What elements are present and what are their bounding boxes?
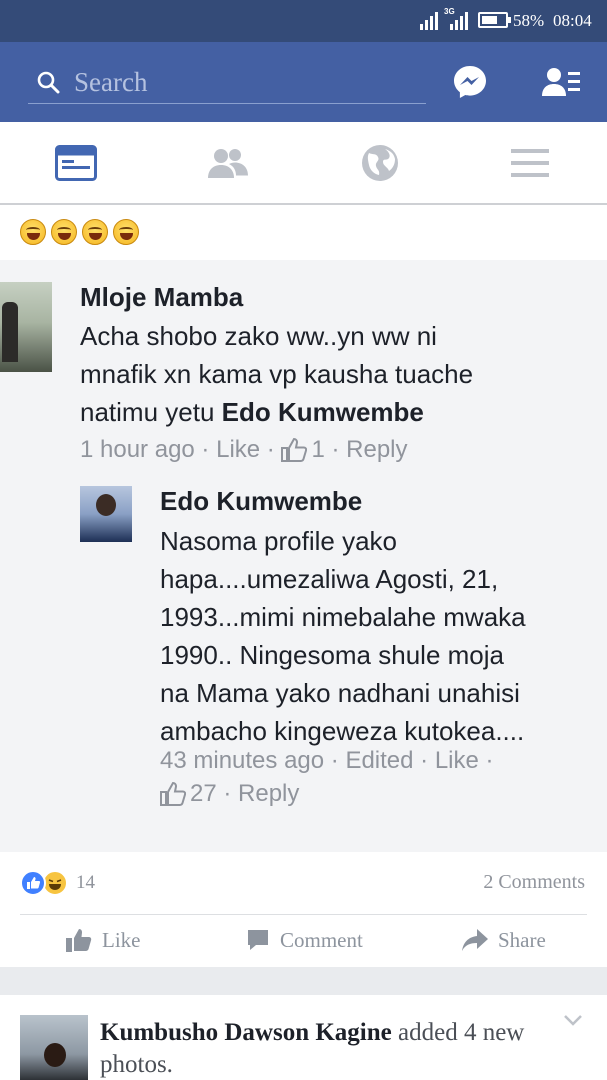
- comment-label: Comment: [280, 927, 363, 952]
- comment-reply-link[interactable]: Reply: [238, 780, 299, 808]
- app-header: [0, 42, 607, 122]
- comment-edited-label: Edited: [345, 747, 414, 774]
- post-header-text: Kumbusho Dawson Kagine added 4 new photo…: [100, 1017, 540, 1080]
- chevron-down-icon[interactable]: [563, 1013, 583, 1027]
- comment-like-count: 27: [190, 780, 217, 807]
- battery-percent: 58%: [513, 11, 545, 30]
- divider: [20, 914, 587, 915]
- comment-reply-link[interactable]: Reply: [346, 436, 407, 464]
- tears-of-joy-emoji-icon: [20, 219, 46, 245]
- post-author-link[interactable]: Kumbusho Dawson Kagine: [100, 1019, 392, 1046]
- comment-mention: Edo Kumwembe: [221, 397, 424, 427]
- avatar: [0, 282, 52, 372]
- feed-post-next: Kumbusho Dawson Kagine added 4 new photo…: [0, 995, 607, 1080]
- comment-meta: 43 minutes ago · Edited · Like ·: [160, 747, 494, 775]
- tab-news-feed[interactable]: [16, 122, 136, 203]
- comments-count-link[interactable]: 2 Comments: [483, 871, 585, 894]
- tab-menu[interactable]: [470, 122, 590, 203]
- comment-author: Edo Kumwembe: [160, 486, 363, 516]
- signal-icon-2: [450, 12, 468, 30]
- share-arrow-icon: [462, 929, 488, 951]
- comment-author: Mloje Mamba: [80, 282, 244, 312]
- like-reaction-icon: [20, 870, 46, 896]
- news-feed-icon: [55, 144, 97, 181]
- avatar[interactable]: [20, 1015, 88, 1080]
- status-bar: 3G 58% 08:04: [0, 0, 607, 42]
- friend-requests-icon[interactable]: [542, 66, 582, 98]
- tears-of-joy-emoji-icon: [113, 219, 139, 245]
- comment-text: Nasoma profile yako hapa....umezaliwa Ag…: [160, 526, 526, 746]
- comment-icon: [248, 930, 268, 950]
- avatar: [80, 486, 132, 542]
- like-label: Like: [102, 927, 141, 952]
- tab-notifications[interactable]: [320, 122, 440, 203]
- signal-icon: [420, 12, 438, 30]
- battery-icon: [478, 12, 508, 28]
- thumbs-up-icon: [281, 438, 308, 462]
- comment-time: 1 hour ago: [80, 436, 195, 463]
- share-button[interactable]: Share: [462, 925, 546, 955]
- globe-icon: [362, 144, 398, 181]
- messenger-icon[interactable]: [452, 64, 488, 100]
- comment-meta-2: 27 · Reply: [160, 780, 299, 808]
- comment-time: 43 minutes ago: [160, 747, 325, 774]
- search-icon[interactable]: [36, 70, 60, 94]
- clock: 08:04: [553, 11, 592, 30]
- search-input[interactable]: [74, 64, 414, 100]
- shared-comments-screenshot: Mloje Mamba Acha shobo zako ww..yn ww ni…: [0, 260, 607, 852]
- friends-icon: [208, 148, 248, 178]
- nav-tabs: [0, 122, 607, 205]
- hamburger-menu-icon: [511, 148, 549, 177]
- battery-level: [482, 16, 498, 24]
- thumbs-up-icon: [160, 782, 186, 806]
- share-label: Share: [498, 927, 546, 952]
- tears-of-joy-emoji-icon: [82, 219, 108, 245]
- reactions-summary[interactable]: 14: [20, 870, 95, 896]
- comment-like-link[interactable]: Like: [435, 747, 479, 775]
- comment-button[interactable]: Comment: [246, 925, 363, 955]
- search-bar[interactable]: [28, 60, 426, 104]
- post-text-emojis: [20, 219, 139, 245]
- comment-text: Acha shobo zako ww..yn ww ni mnafik xn k…: [80, 321, 474, 427]
- battery-tip: [508, 17, 511, 23]
- tears-of-joy-emoji-icon: [51, 219, 77, 245]
- comment-like-link[interactable]: Like: [216, 436, 260, 464]
- thumbs-up-icon: [66, 929, 92, 952]
- tab-friends[interactable]: [168, 122, 288, 203]
- like-button[interactable]: Like: [66, 925, 140, 955]
- feed-post: Mloje Mamba Acha shobo zako ww..yn ww ni…: [0, 205, 607, 967]
- comment-meta: 1 hour ago · Like · 1 · Reply: [80, 436, 408, 464]
- reaction-count: 14: [76, 872, 95, 893]
- comment-like-count: 1: [311, 436, 325, 463]
